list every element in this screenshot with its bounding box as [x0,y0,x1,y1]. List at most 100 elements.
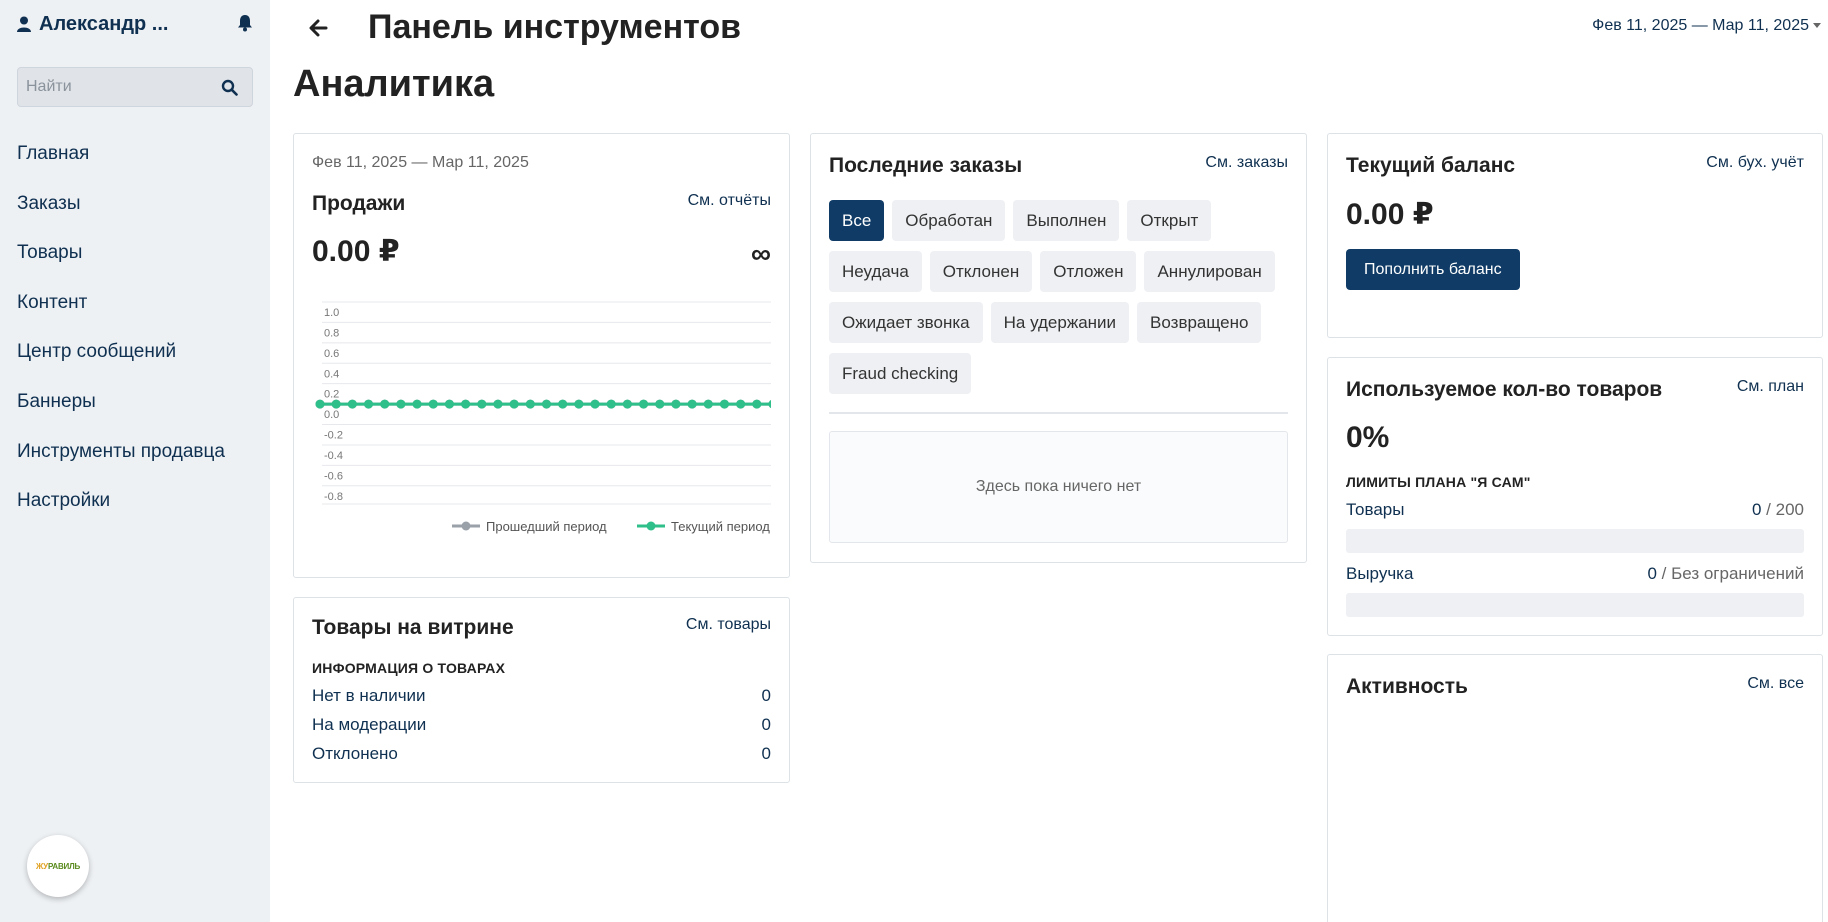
revenue-limit-row: Выручка 0 / Без ограничений [1346,564,1804,583]
back-arrow-icon[interactable] [309,18,329,38]
see-accounting-link[interactable]: См. бух. учёт [1706,154,1804,172]
sales-title: Продажи [312,192,406,215]
divider [829,412,1288,414]
sales-amount: 0.00 ₽ [312,235,400,268]
sidebar-nav: Главная Заказы Товары Контент Центр сооб… [17,140,225,537]
usage-title: Используемое кол-во товаров [1346,378,1663,401]
see-reports-link[interactable]: См. отчёты [688,192,771,210]
orders-title: Последние заказы [829,154,1023,177]
see-plan-link[interactable]: См. план [1737,378,1804,396]
data-point [606,399,616,409]
filter-chip[interactable]: Все [829,200,885,241]
data-point [622,399,632,409]
balance-amount: 0.00 ₽ [1346,198,1434,231]
data-point [574,399,584,409]
filter-chip[interactable]: На удержании [990,302,1130,343]
activity-title: Активность [1346,675,1468,698]
data-point [752,399,762,409]
y-tick-label: -0.2 [324,430,343,442]
data-point [590,399,600,409]
sidebar-item-message-center[interactable]: Центр сообщений [17,338,225,388]
data-point [558,399,568,409]
recent-orders-card: Последние заказы См. заказы Все Обработан… [810,133,1307,563]
out-of-stock-row[interactable]: Нет в наличии 0 [312,686,771,706]
user-name[interactable]: Александр ... [39,13,168,36]
page-title: Панель инструментов [368,8,741,46]
sales-chart: 1.0 0.8 0.6 0.4 0.2 0.0 -0.2 -0.4 -0.6 -0.8 Прошед… [315,301,771,534]
sidebar-item-orders[interactable]: Заказы [17,190,225,240]
data-point [461,399,471,409]
sidebar-item-products[interactable]: Товары [17,239,225,289]
y-tick-label: 0.8 [324,327,339,339]
data-point [509,399,519,409]
filter-chip[interactable]: Неудача [829,251,922,292]
filter-chip[interactable]: Открыт [1127,200,1212,241]
usage-percent: 0% [1346,421,1390,454]
sidebar-item-settings[interactable]: Настройки [17,487,225,537]
plan-usage-card: Используемое кол-во товаров См. план 0% … [1327,357,1823,636]
see-orders-link[interactable]: См. заказы [1205,154,1288,172]
see-products-link[interactable]: См. товары [686,616,771,634]
search-box [17,67,253,107]
section-title: Аналитика [293,63,495,105]
data-point [412,399,422,409]
y-tick-label: -0.6 [324,470,343,482]
data-point [396,399,406,409]
user-menu[interactable]: Александр ... [17,12,253,36]
y-tick-label: 0.4 [324,368,339,380]
chevron-down-icon [1813,23,1821,29]
y-tick-label: -0.8 [324,491,343,503]
filter-chip[interactable]: Обработан [892,200,1006,241]
data-point [444,399,454,409]
y-tick-label: 0.6 [324,348,339,360]
orders-empty-state: Здесь пока ничего нет [829,431,1288,543]
data-point [671,399,681,409]
sidebar-item-seller-tools[interactable]: Инструменты продавца [17,438,225,488]
y-tick-label: 0.0 [324,409,339,421]
search-input[interactable] [18,68,208,106]
data-point [703,399,713,409]
data-point [477,399,487,409]
store-logo-text: ЖУРАВИЛЬ [35,861,81,871]
see-all-activity-link[interactable]: См. все [1747,675,1804,693]
plan-limits-label: ЛИМИТЫ ПЛАНА "Я САМ" [1346,474,1531,490]
order-status-filters: Все Обработан Выполнен Открыт Неудача Отклоне… [829,200,1289,394]
legend-marker [461,521,471,531]
data-point [736,399,746,409]
legend-label: Прошедший период [486,519,607,534]
sidebar-item-banners[interactable]: Баннеры [17,388,225,438]
y-tick-label: 0.2 [324,389,339,401]
data-point [428,399,438,409]
y-tick-label: -0.4 [324,450,343,462]
sales-card: Фев 11, 2025 — Мар 11, 2025 Продажи См. … [293,133,790,578]
sidebar-item-content[interactable]: Контент [17,289,225,339]
top-up-balance-button[interactable]: Пополнить баланс [1346,249,1520,290]
filter-chip[interactable]: Отклонен [929,251,1033,292]
products-limit-progress [1346,529,1804,553]
data-point [525,399,535,409]
legend-marker [646,521,656,531]
filter-chip[interactable]: Аннулирован [1144,251,1275,292]
filter-chip[interactable]: Fraud checking [829,353,972,394]
filter-chip[interactable]: Ожидает звонка [829,302,983,343]
data-point [493,399,503,409]
filter-chip[interactable]: Выполнен [1013,200,1120,241]
storefront-card: Товары на витрине См. товары ИНФОРМАЦИЯ … [293,597,790,783]
date-range-text: Фев 11, 2025 — Мар 11, 2025 [1592,17,1809,34]
filter-chip[interactable]: Возвращено [1137,302,1262,343]
on-moderation-row[interactable]: На модерации 0 [312,715,771,735]
rejected-row[interactable]: Отклонено 0 [312,744,771,764]
date-range-picker[interactable]: Фев 11, 2025 — Мар 11, 2025 [1592,17,1821,35]
store-logo[interactable]: ЖУРАВИЛЬ [27,835,89,897]
activity-card: Активность См. все [1327,654,1823,922]
search-icon[interactable] [221,79,238,96]
data-point [655,399,665,409]
data-point [768,400,771,409]
filter-chip[interactable]: Отложен [1040,251,1137,292]
sidebar-item-home[interactable]: Главная [17,140,225,190]
data-point [347,399,357,409]
y-tick-label: 1.0 [324,307,339,319]
bell-icon[interactable] [237,14,253,32]
balance-card: Текущий баланс См. бух. учёт 0.00 ₽ Попо… [1327,133,1823,338]
data-point [542,399,551,409]
